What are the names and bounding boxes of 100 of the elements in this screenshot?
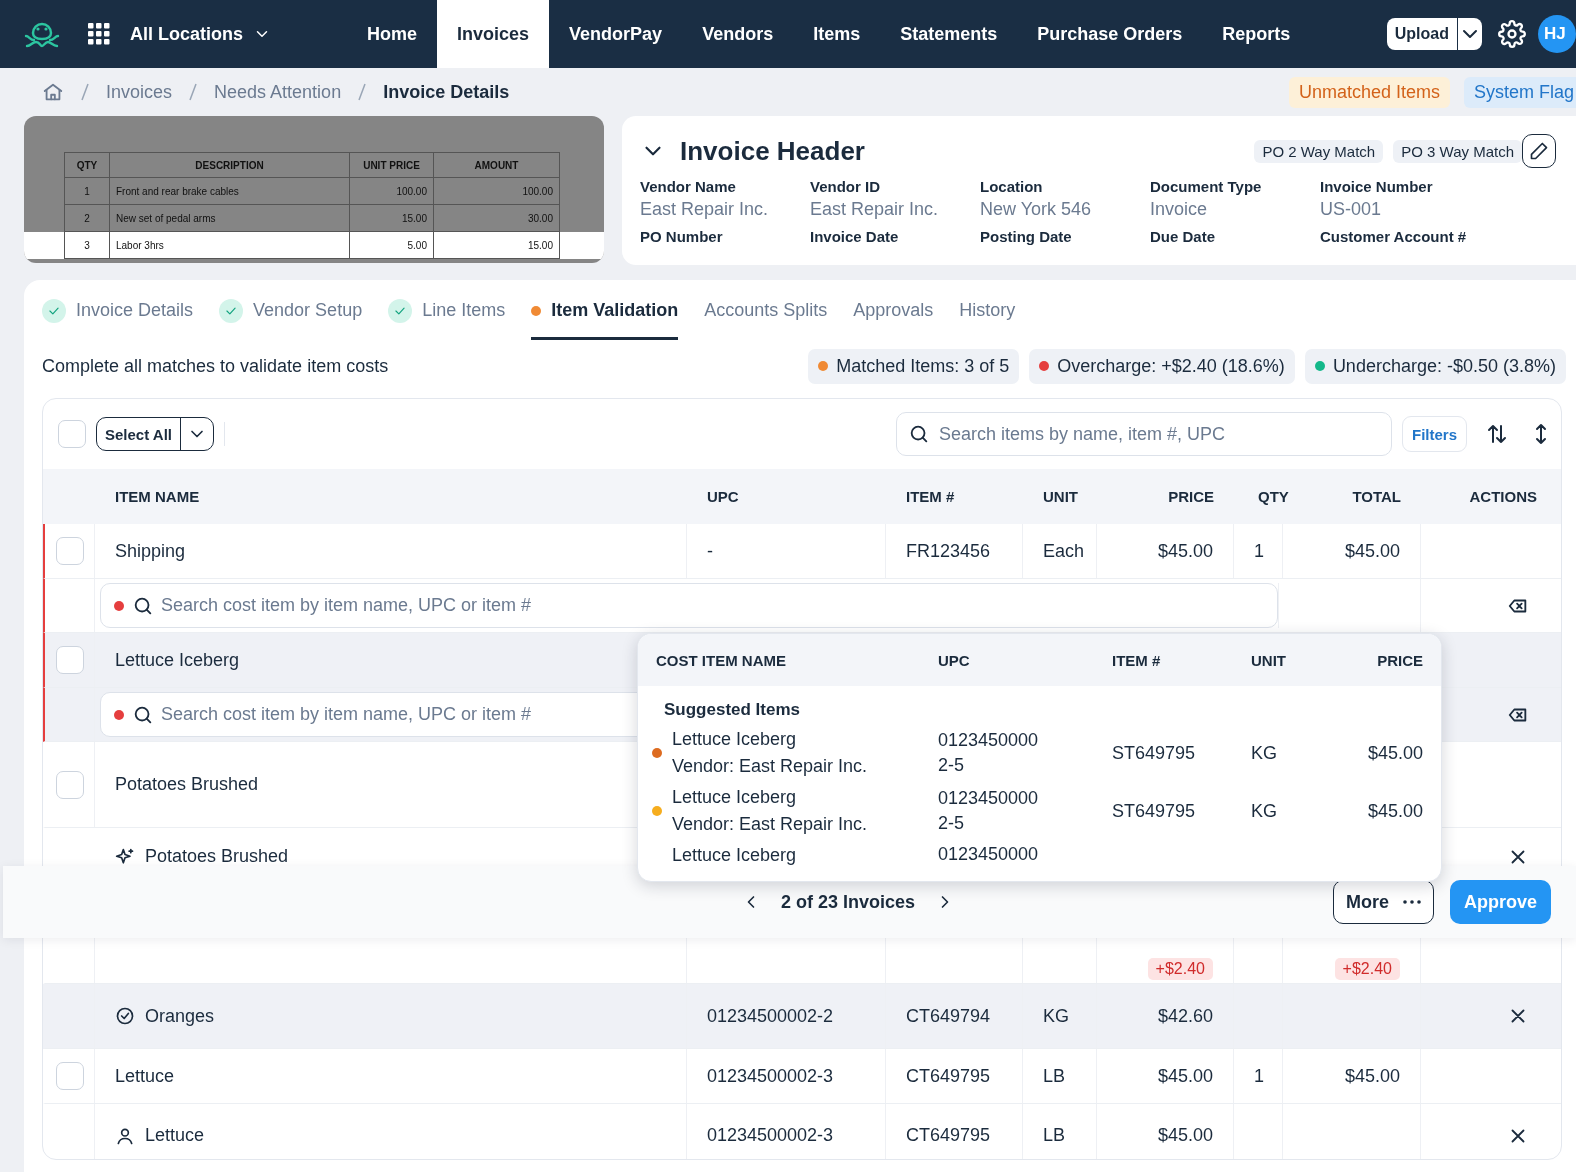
nav-tab[interactable]: Vendors [682, 0, 794, 68]
field-value: US-001 [1320, 199, 1383, 220]
cost-item-search-field[interactable]: Search cost item by item name, UPC or item # [100, 583, 1278, 628]
table-cell: 1 [1234, 524, 1283, 578]
vendor-name: Vendor: East Repair Inc. [672, 755, 868, 778]
item-number: ST649795 [1112, 800, 1197, 822]
step-tab[interactable]: Vendor Setup [219, 280, 363, 340]
column-header: UPC [707, 488, 739, 505]
document-cell: 5.00 [350, 232, 434, 259]
apps-grid-icon[interactable] [88, 23, 110, 45]
breadcrumb-link[interactable]: Invoices [106, 81, 173, 103]
table-cell: 1 [1234, 1049, 1283, 1103]
column-header: ITEM # [906, 488, 955, 505]
field-value: East Repair Inc. [640, 199, 770, 220]
column-header: PRICE [1377, 651, 1423, 669]
field-label: Invoice Date [810, 228, 900, 245]
field-label: Posting Date [980, 228, 1073, 245]
column-header: UNIT [1043, 488, 1078, 505]
column-header: UPC [938, 651, 970, 669]
suggested-item[interactable]: Lettuce Iceberg Vendor: East Repair Inc. 01234500002-5 ST649795 KG $45.00 [638, 724, 1441, 782]
nav-tab[interactable]: VendorPay [549, 0, 683, 68]
field-label: Invoice Number [1320, 178, 1434, 195]
nav-tab[interactable]: Reports [1202, 0, 1311, 68]
table-cell: 01234500002-3 [687, 1049, 886, 1103]
step-tab[interactable]: Line Items [388, 280, 506, 340]
field-value: East Repair Inc. [810, 199, 940, 220]
document-cell: Labor 3hrs [110, 232, 350, 259]
breadcrumb-link[interactable]: Invoice Details [383, 81, 510, 103]
row-checkbox[interactable] [55, 1062, 84, 1090]
suggested-item[interactable]: Lettuce Iceberg 0123450000 [638, 840, 1441, 869]
document-header-cell: AMOUNT [434, 152, 560, 178]
row-checkbox[interactable] [55, 537, 84, 565]
step-tab[interactable]: Item Validation [531, 280, 679, 340]
section-title: Suggested Items [663, 699, 802, 721]
table-cell: $45.00 [1097, 1049, 1234, 1103]
check-circle-icon [115, 1006, 135, 1026]
nav-tab[interactable]: Statements [880, 0, 1018, 68]
price-text: $45.00 [1366, 800, 1423, 822]
home-icon[interactable] [42, 81, 64, 103]
table-cell: Potatoes Brushed [145, 846, 289, 867]
document-cell: Front and rear brake cables [110, 178, 350, 205]
sparkle-icon [115, 846, 135, 867]
filters-button[interactable]: Filters [1402, 416, 1467, 452]
pencil-icon [1529, 141, 1549, 161]
table-cell: 01234500002-2 [687, 984, 886, 1048]
document-cell: 3 [64, 232, 110, 259]
suggested-item[interactable]: Lettuce Iceberg Vendor: East Repair Inc. 01234500002-5 ST649795 KG $45.00 [638, 782, 1441, 840]
nav-tab[interactable]: Invoices [437, 0, 550, 68]
settings-icon[interactable] [1498, 20, 1526, 48]
table-cell: LB [1023, 1049, 1097, 1103]
column-header: ITEM # [1112, 651, 1161, 669]
select-all-button[interactable]: Select All [96, 417, 214, 451]
table-cell: $45.00 [1283, 1049, 1421, 1103]
search-field[interactable]: Search items by name, item #, UPC [896, 412, 1392, 456]
step-tab[interactable]: History [959, 280, 1016, 340]
step-tab[interactable]: Accounts Splits [704, 280, 828, 340]
table-cell: CT649794 [886, 984, 1023, 1048]
step-tab[interactable]: Approvals [853, 280, 934, 340]
item-name: Lettuce Iceberg [672, 728, 798, 751]
breadcrumb-link[interactable]: Needs Attention [214, 81, 342, 103]
table-cell: LB [1023, 1104, 1097, 1159]
table-cell: FR123456 [886, 524, 1023, 578]
field-label: Document Type [1150, 178, 1263, 195]
step-tab[interactable]: Invoice Details [42, 280, 194, 340]
edit-button[interactable] [1522, 134, 1556, 168]
search-icon [908, 423, 930, 445]
more-button[interactable]: More [1332, 880, 1434, 924]
table-cell: $42.60 [1097, 984, 1234, 1048]
price-text: $45.00 [1366, 742, 1423, 764]
document-header-cell: DESCRIPTION [110, 152, 350, 178]
table-cell: 01234500002-3 [687, 1104, 886, 1159]
table-cell: KG [1023, 984, 1097, 1048]
column-header: ACTIONS [1469, 488, 1537, 505]
field-value: Invoice [1150, 199, 1209, 220]
upc-text: 0123450000 [938, 843, 1040, 866]
nav-tab[interactable]: Home [347, 0, 438, 68]
table-cell: CT649795 [886, 1104, 1023, 1159]
nav-tab[interactable]: Items [793, 0, 881, 68]
document-header-cell: QTY [64, 152, 110, 178]
slash-separator-icon [358, 83, 367, 101]
instruction-text: Complete all matches to validate item costs [42, 355, 389, 377]
row-checkbox[interactable] [55, 646, 84, 674]
select-all-checkbox[interactable] [58, 420, 86, 448]
nav-tab[interactable]: Purchase Orders [1017, 0, 1203, 68]
unit-text: KG [1251, 800, 1278, 822]
document-cell: 100.00 [350, 178, 434, 205]
location-dropdown[interactable]: All Locations [130, 23, 271, 45]
field-label: Location [980, 178, 1044, 195]
slash-separator-icon [81, 83, 89, 101]
column-header: COST ITEM NAME [656, 651, 786, 669]
status-dot [531, 305, 542, 316]
field-label: Vendor ID [810, 178, 881, 195]
match-tag: PO 3 Way Match [1393, 139, 1522, 163]
column-header: PRICE [1168, 488, 1214, 505]
stat-text: Overcharge: +$2.40 (18.6%) [1057, 355, 1285, 377]
table-cell: - [687, 524, 886, 578]
match-tag: PO 2 Way Match [1254, 139, 1384, 163]
row-checkbox[interactable] [55, 770, 84, 799]
field-label: Vendor Name [640, 178, 737, 195]
upload-split-button[interactable]: Upload [1386, 18, 1482, 50]
